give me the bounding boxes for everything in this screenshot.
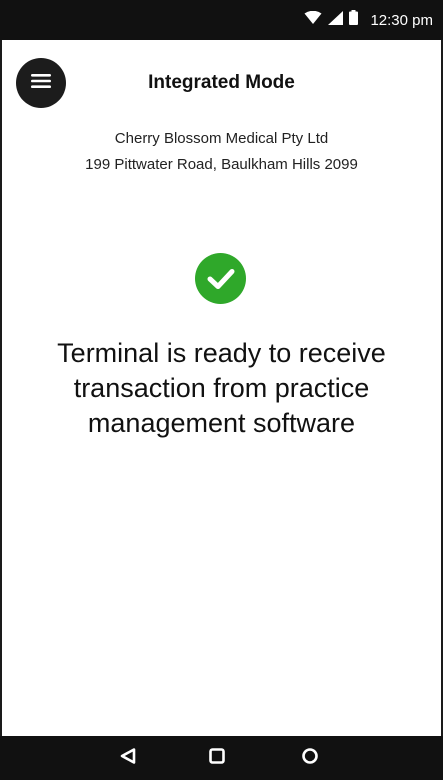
recents-icon — [301, 747, 319, 770]
status-icons: 12:30 pm — [304, 0, 433, 40]
home-icon — [208, 747, 226, 770]
terminal-screen: 12:30 pm Integrated Mode Cherry Blossom … — [0, 0, 443, 780]
signal-icon — [328, 10, 344, 30]
home-button[interactable] — [205, 746, 229, 770]
check-circle-icon — [195, 253, 246, 304]
merchant-address: 199 Pittwater Road, Baulkham Hills 2099 — [85, 156, 358, 173]
battery-icon — [349, 10, 359, 30]
back-button[interactable] — [116, 746, 140, 770]
status-time: 12:30 pm — [370, 11, 433, 29]
page-title: Integrated Mode — [148, 72, 295, 93]
status-message: Terminal is ready to receive transaction… — [57, 338, 386, 438]
back-icon — [119, 747, 137, 770]
status-bar: 12:30 pm — [0, 0, 443, 40]
merchant-name: Cherry Blossom Medical Pty Ltd — [114, 130, 329, 147]
navigation-bar — [0, 736, 443, 780]
recents-button[interactable] — [298, 746, 322, 770]
wifi-icon — [304, 10, 322, 30]
